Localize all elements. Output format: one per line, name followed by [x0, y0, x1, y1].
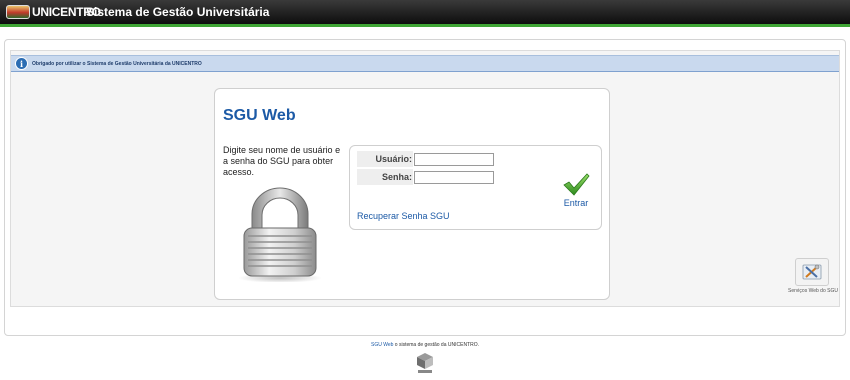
username-label: Usuário: [357, 151, 413, 167]
padlock-icon [238, 187, 322, 282]
app-title: Sistema de Gestão Universitária [86, 5, 270, 19]
footer-description: o sistema de gestão da UNICENTRO. [393, 342, 479, 348]
footer-sgu-link[interactable]: SGU Web [371, 342, 393, 348]
password-label: Senha: [357, 169, 413, 185]
logo-emblem-icon [6, 5, 30, 19]
services-icon-frame [795, 258, 829, 286]
tools-icon [802, 264, 822, 280]
enter-label: Entrar [563, 198, 589, 208]
info-message-bar: i Obrigado por utilizar o Sistema de Ges… [11, 55, 839, 72]
footer-text: SGU Web o sistema de gestão da UNICENTRO… [0, 342, 850, 348]
header-accent-stripe [0, 24, 850, 27]
info-icon: i [15, 57, 28, 70]
services-label: Serviços Web do SGU [788, 288, 838, 294]
web-services-button[interactable]: Serviços Web do SGU [787, 258, 838, 294]
checkmark-icon [563, 173, 590, 196]
login-title: SGU Web [223, 107, 296, 124]
login-instructions: Digite seu nome de usuário e a senha do … [223, 145, 341, 177]
cube-logo-icon [417, 353, 433, 373]
recover-password-link[interactable]: Recuperar Senha SGU [357, 211, 450, 221]
enter-button[interactable]: Entrar [558, 172, 594, 210]
password-field[interactable] [414, 171, 494, 184]
info-message-text: Obrigado por utilizar o Sistema de Gestã… [32, 60, 202, 67]
username-field[interactable] [414, 153, 494, 166]
